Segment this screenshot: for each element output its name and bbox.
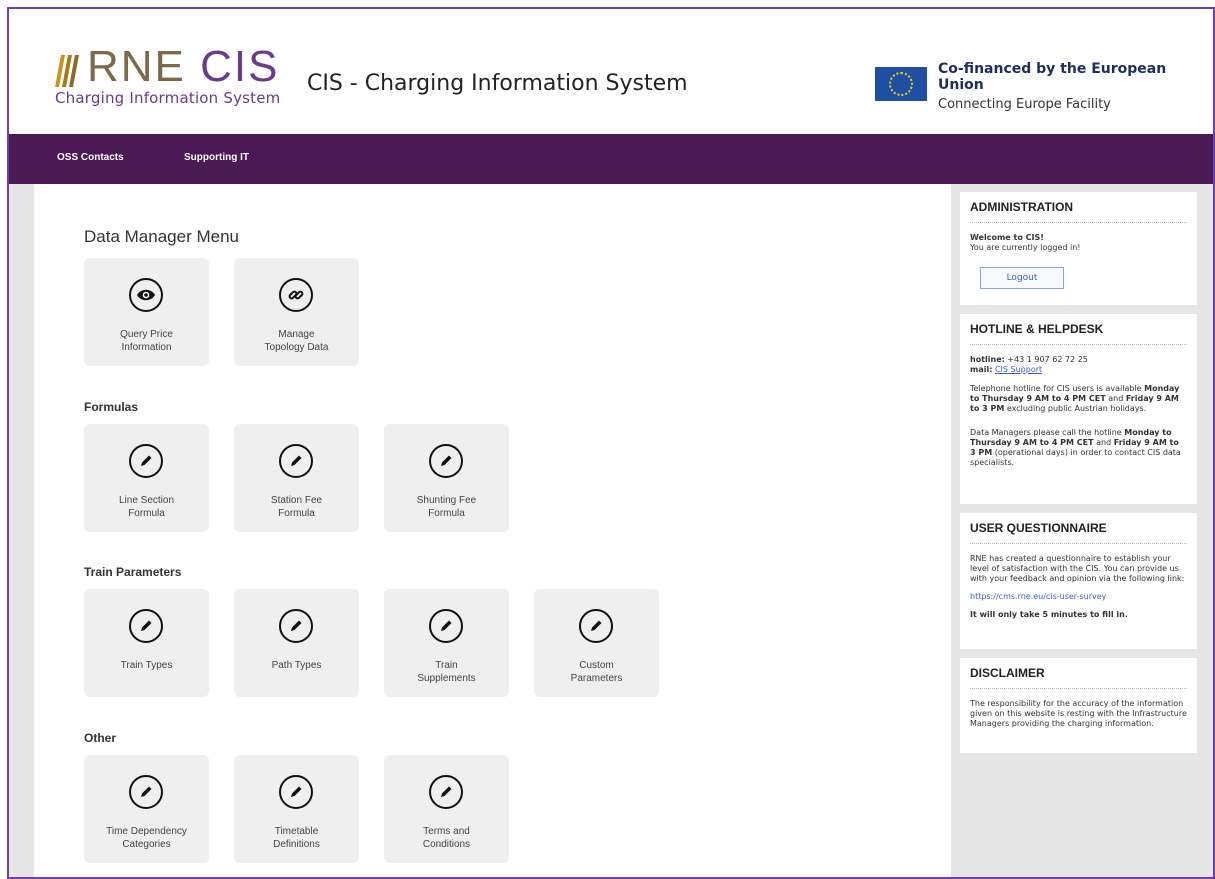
tile-custom-parameters[interactable]: Custom Parameters: [534, 589, 659, 697]
section-title-other: Other: [84, 731, 117, 745]
tile-line-section-formula[interactable]: Line Section Formula: [84, 424, 209, 532]
pencil-icon: [579, 609, 613, 643]
logo-wordmark: RNE CIS: [87, 45, 280, 89]
tile-label: Manage Topology Data: [264, 329, 329, 353]
site-header: RNE CIS Charging Information System CIS …: [9, 9, 1213, 134]
rne-cis-logo[interactable]: RNE CIS Charging Information System: [53, 45, 283, 113]
pencil-icon: [429, 444, 463, 478]
nav-item-oss-contacts[interactable]: OSS Contacts: [57, 152, 124, 163]
logout-button[interactable]: Logout: [980, 267, 1064, 289]
content-area: Data Manager Menu Query Price Informatio…: [9, 184, 1213, 877]
eu-funding-notice: Co-financed by the European Union Connec…: [938, 61, 1198, 112]
pencil-icon: [279, 444, 313, 478]
section-title-formulas: Formulas: [84, 400, 139, 414]
pencil-icon: [279, 609, 313, 643]
cis-support-link[interactable]: CIS Support: [995, 365, 1042, 374]
disclaimer-text: The responsibility for the accuracy of t…: [970, 699, 1187, 728]
eu-flag-icon: [875, 67, 927, 101]
pencil-icon: [429, 775, 463, 809]
logo-rne: RNE: [87, 42, 186, 91]
administration-panel: ADMINISTRATION Welcome to CIS! You are c…: [960, 192, 1197, 305]
user-questionnaire-panel: USER QUESTIONNAIRE RNE has created a que…: [960, 513, 1197, 649]
panel-title-hotline: HOTLINE & HELPDESK: [970, 322, 1187, 345]
pencil-icon: [129, 444, 163, 478]
page-title: Data Manager Menu: [84, 227, 239, 246]
tile-label: Custom Parameters: [570, 660, 623, 684]
section-title-train-parameters: Train Parameters: [84, 565, 182, 579]
tile-label: Terms and Conditions: [422, 826, 471, 850]
page-frame: RNE CIS Charging Information System CIS …: [7, 7, 1215, 879]
tile-timetable-definitions[interactable]: Timetable Definitions: [234, 755, 359, 863]
tile-label: Query Price Information: [120, 329, 173, 353]
survey-link[interactable]: https://cms.rne.eu/cis-user-survey: [970, 592, 1187, 602]
hotline-number: hotline: +43 1 907 62 72 25: [970, 355, 1088, 364]
welcome-text: Welcome to CIS!: [970, 233, 1044, 242]
panel-title-disclaimer: DISCLAIMER: [970, 666, 1187, 689]
panel-title-administration: ADMINISTRATION: [970, 200, 1187, 223]
tile-label: Path Types: [271, 660, 322, 671]
tile-query-price-information[interactable]: Query Price Information: [84, 258, 209, 366]
logo-subtitle: Charging Information System: [55, 89, 281, 107]
disclaimer-panel: DISCLAIMER The responsibility for the ac…: [960, 658, 1197, 753]
questionnaire-note: It will only take 5 minutes to fill in.: [970, 610, 1128, 619]
tile-label: Train Supplements: [417, 660, 476, 684]
panel-title-questionnaire: USER QUESTIONNAIRE: [970, 521, 1187, 544]
pencil-icon: [279, 775, 313, 809]
tile-train-types[interactable]: Train Types: [84, 589, 209, 697]
tile-terms-and-conditions[interactable]: Terms and Conditions: [384, 755, 509, 863]
tile-manage-topology-data[interactable]: Manage Topology Data: [234, 258, 359, 366]
tile-station-fee-formula[interactable]: Station Fee Formula: [234, 424, 359, 532]
tile-label: Station Fee Formula: [270, 495, 323, 519]
site-title: CIS - Charging Information System: [307, 71, 688, 96]
logo-cis: CIS: [200, 42, 280, 91]
link-icon: [279, 278, 313, 312]
tile-train-supplements[interactable]: Train Supplements: [384, 589, 509, 697]
main-nav-bar: OSS Contacts Supporting IT: [9, 134, 1213, 184]
tile-shunting-fee-formula[interactable]: Shunting Fee Formula: [384, 424, 509, 532]
tile-time-dependency-categories[interactable]: Time Dependency Categories: [84, 755, 209, 863]
pencil-icon: [429, 609, 463, 643]
eye-icon: [129, 278, 163, 312]
data-manager-hotline-text: Data Managers please call the hotline Mo…: [970, 428, 1181, 467]
questionnaire-text: RNE has created a questionnaire to estab…: [970, 554, 1185, 583]
tile-label: Time Dependency Categories: [106, 826, 187, 850]
pencil-icon: [129, 775, 163, 809]
tile-label: Train Types: [120, 660, 173, 671]
hotline-helpdesk-panel: HOTLINE & HELPDESK hotline: +43 1 907 62…: [960, 314, 1197, 504]
tile-label: Line Section Formula: [118, 495, 175, 519]
tile-path-types[interactable]: Path Types: [234, 589, 359, 697]
hotline-availability-text: Telephone hotline for CIS users is avail…: [970, 384, 1180, 413]
tile-label: Shunting Fee Formula: [416, 495, 477, 519]
eu-stars-icon: [889, 72, 913, 96]
eu-cofinanced-text: Co-financed by the European Union: [938, 61, 1167, 93]
rne-logo-mark-icon: [55, 55, 79, 87]
pencil-icon: [129, 609, 163, 643]
data-manager-panel: Data Manager Menu Query Price Informatio…: [34, 184, 951, 877]
login-status-text: You are currently logged in!: [970, 243, 1081, 252]
tile-label: Timetable Definitions: [273, 826, 320, 850]
cef-text: Connecting Europe Facility: [938, 97, 1111, 112]
mail-line: mail: CIS Support: [970, 365, 1043, 374]
nav-item-supporting-it[interactable]: Supporting IT: [184, 152, 249, 163]
